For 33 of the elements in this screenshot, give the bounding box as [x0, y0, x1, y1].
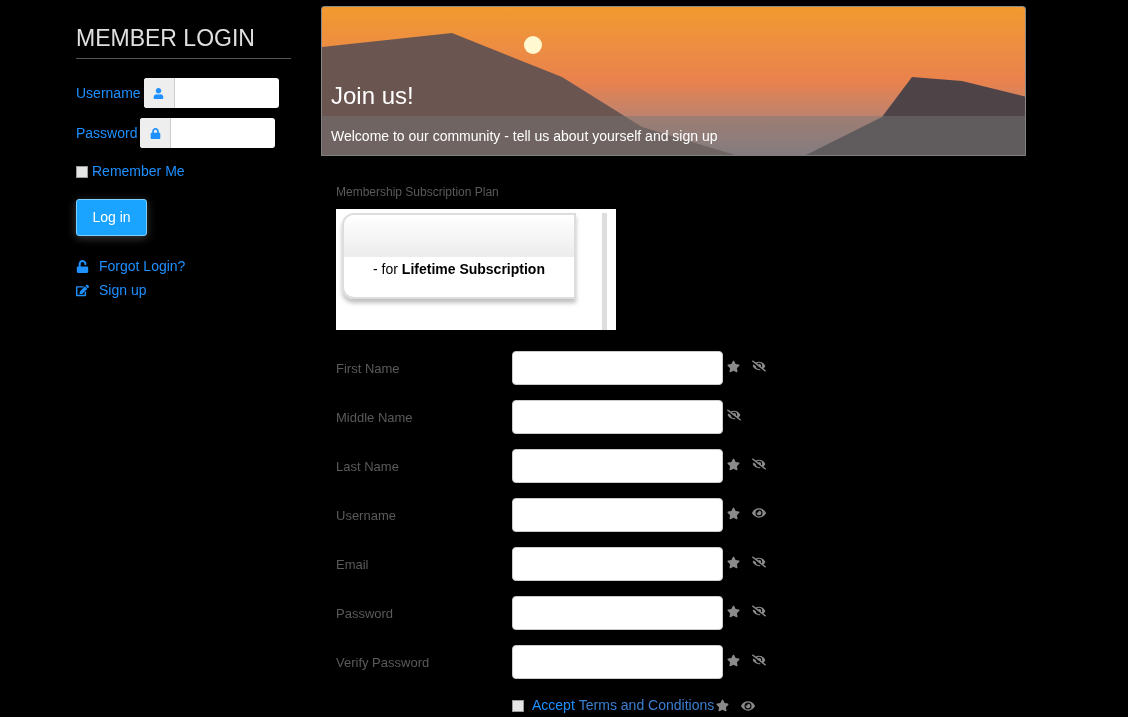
input-field[interactable] — [512, 351, 723, 385]
field-label: Middle Name — [336, 410, 413, 425]
input-field[interactable] — [512, 449, 723, 483]
accept-label: Accept — [532, 696, 575, 715]
field-label: Password — [76, 123, 138, 143]
field-label: Last Name — [336, 459, 399, 474]
login-title: MEMBER LOGIN — [76, 24, 256, 52]
input-field[interactable] — [512, 498, 723, 532]
input-field[interactable] — [512, 596, 723, 630]
input-field[interactable] — [512, 400, 723, 434]
input-field[interactable] — [512, 547, 723, 581]
input-field[interactable] — [140, 118, 276, 148]
link[interactable]: Sign up — [99, 280, 147, 301]
field-label: Verify Password — [336, 655, 430, 670]
banner-title: Join us! — [331, 81, 414, 111]
field-label: First Name — [336, 361, 400, 376]
field-label: Password — [336, 606, 394, 621]
checkbox[interactable] — [512, 699, 524, 712]
field-label: Username — [76, 83, 141, 103]
user-icon — [153, 87, 165, 99]
plan-option[interactable]: - for Lifetime Subscription — [342, 213, 576, 299]
field-label: Username — [336, 508, 396, 523]
input-field[interactable] — [512, 645, 723, 679]
input-field[interactable] — [143, 78, 279, 108]
link[interactable]: Forgot Login? — [99, 256, 186, 277]
padlock-icon — [76, 260, 89, 273]
terms-link[interactable]: Terms and Conditions — [578, 695, 715, 716]
checkbox[interactable] — [76, 165, 88, 178]
lock-icon — [149, 127, 161, 139]
plan-label: Membership Subscription Plan — [336, 184, 499, 201]
field-label: Email — [336, 557, 369, 572]
banner-subtitle: Welcome to our community - tell us about yourself and sign up — [331, 126, 718, 146]
checkbox-label: Remember Me — [92, 162, 185, 181]
